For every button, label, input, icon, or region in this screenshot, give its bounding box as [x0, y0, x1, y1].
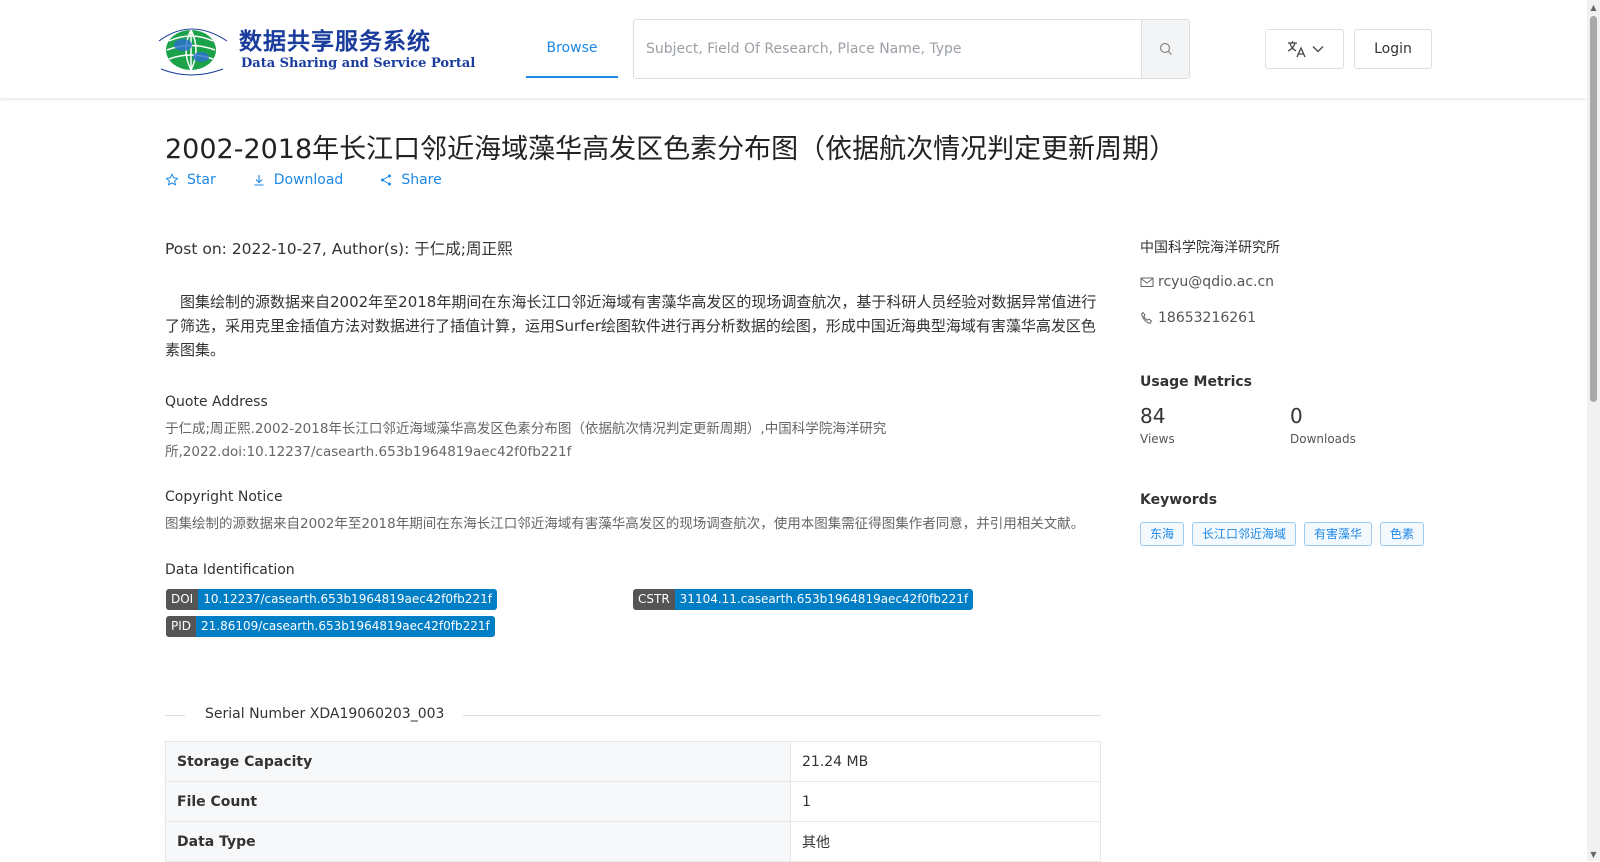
usage-metrics: 84 Views 0 Downloads [1140, 404, 1440, 446]
page-scrollbar[interactable]: ▲ ▼ [1587, 0, 1600, 861]
table-row: Data Type 其他 [165, 821, 1101, 862]
sidebar: 中国科学院海洋研究所 rcyu@qdio.ac.cn 18653216261 U… [1140, 237, 1440, 546]
quote-section: Quote Address 于仁成;周正熙.2002-2018年长江口邻近海域藻… [165, 394, 1101, 464]
quote-text: 于仁成;周正熙.2002-2018年长江口邻近海域藻华高发区色素分布图（依据航次… [165, 421, 887, 460]
contact-email[interactable]: rcyu@qdio.ac.cn [1140, 274, 1440, 290]
nav-browse-tab[interactable]: Browse [526, 19, 618, 78]
table-value: 其他 [790, 821, 1101, 862]
keyword-tag[interactable]: 东海 [1140, 522, 1185, 546]
logo-chinese-text: 数据共享服务系统 [239, 28, 431, 55]
downloads-count: 0 [1290, 404, 1303, 428]
logo-english-text: Data Sharing and Service Portal [241, 56, 476, 71]
copyright-section: Copyright Notice 图集绘制的源数据来自2002年至2018年期间… [165, 489, 1101, 536]
copyright-heading: Copyright Notice [165, 489, 283, 505]
serial-number: Serial Number XDA19060203_003 [205, 706, 445, 722]
table-row: Storage Capacity 21.24 MB [165, 741, 1101, 782]
download-button[interactable]: Download [252, 172, 344, 188]
star-button[interactable]: Star [165, 172, 216, 188]
pid-key: PID [166, 616, 197, 637]
star-label: Star [187, 172, 216, 188]
doi-badge[interactable]: DOI 10.12237/casearth.653b1964819aec42f0… [166, 589, 497, 610]
keyword-tags: 东海 长江口邻近海域 有害藻华 色素 [1140, 522, 1440, 546]
page-title: 2002-2018年长江口邻近海域藻华高发区色素分布图（依据航次情况判定更新周期… [165, 134, 1177, 165]
table-value: 1 [790, 781, 1101, 822]
share-label: Share [401, 172, 442, 188]
login-button[interactable]: Login [1354, 29, 1432, 69]
translate-icon [1287, 41, 1306, 58]
globe-logo-icon [158, 28, 228, 76]
table-key: Data Type [165, 821, 791, 862]
chevron-down-icon [1312, 46, 1323, 53]
search-box [633, 19, 1190, 79]
table-key: File Count [165, 781, 791, 822]
divider-line [165, 715, 185, 716]
phone-icon [1140, 311, 1153, 325]
pid-badge[interactable]: PID 21.86109/casearth.653b1964819aec42f0… [166, 616, 495, 637]
site-logo[interactable]: 数据共享服务系统 Data Sharing and Service Portal [153, 19, 475, 79]
post-info: Post on: 2022-10-27, Author(s): 于仁成;周正熙 [165, 240, 513, 258]
scroll-up-arrow-icon[interactable]: ▲ [1587, 0, 1600, 14]
table-key: Storage Capacity [165, 741, 791, 782]
keyword-tag[interactable]: 色素 [1380, 522, 1425, 546]
quote-heading: Quote Address [165, 394, 268, 410]
serial-divider: Serial Number XDA19060203_003 [165, 704, 1101, 728]
share-icon [381, 174, 392, 186]
keyword-tag[interactable]: 长江口邻近海域 [1192, 522, 1297, 546]
usage-metrics-heading: Usage Metrics [1140, 374, 1252, 390]
download-label: Download [273, 172, 344, 188]
dataset-description: 图集绘制的源数据来自2002年至2018年期间在东海长江口邻近海域有害藻华高发区… [165, 293, 1097, 359]
keyword-tag[interactable]: 有害藻华 [1304, 522, 1373, 546]
top-navbar: 数据共享服务系统 Data Sharing and Service Portal… [0, 0, 1587, 98]
download-icon [254, 175, 264, 186]
star-icon [165, 173, 179, 186]
views-metric: 84 Views [1140, 404, 1290, 446]
dataset-actions: Star Download Share [165, 172, 442, 188]
copyright-text: 图集绘制的源数据来自2002年至2018年期间在东海长江口邻近海域有害藻华高发区… [165, 516, 1085, 532]
doi-key: DOI [166, 589, 199, 610]
downloads-label: Downloads [1290, 432, 1356, 446]
divider-line [463, 715, 1101, 716]
views-label: Views [1140, 432, 1175, 446]
search-button[interactable] [1141, 20, 1189, 78]
dataset-info-table: Storage Capacity 21.24 MB File Count 1 D… [165, 741, 1101, 862]
search-input[interactable] [634, 20, 1141, 78]
downloads-metric: 0 Downloads [1290, 404, 1440, 446]
mail-icon [1140, 277, 1154, 287]
search-icon [1159, 42, 1172, 55]
table-value: 21.24 MB [790, 741, 1101, 782]
pid-value: 21.86109/casearth.653b1964819aec42f0fb22… [196, 616, 495, 637]
language-switcher[interactable] [1265, 29, 1344, 69]
share-button[interactable]: Share [379, 172, 442, 188]
cstr-badge[interactable]: CSTR 31104.11.casearth.653b1964819aec42f… [633, 589, 974, 610]
views-count: 84 [1140, 404, 1166, 428]
cstr-value: 31104.11.casearth.653b1964819aec42f0fb22… [674, 589, 974, 610]
table-row: File Count 1 [165, 781, 1101, 822]
phone-text: 18653216261 [1158, 310, 1256, 326]
identification-heading: Data Identification [165, 562, 295, 578]
cstr-key: CSTR [633, 589, 675, 610]
dataset-main: Post on: 2022-10-27, Author(s): 于仁成;周正熙 … [165, 237, 1101, 645]
organization-name: 中国科学院海洋研究所 [1140, 240, 1280, 256]
keywords-heading: Keywords [1140, 492, 1218, 508]
identification-section: Data Identification DOI 10.12237/caseart… [165, 562, 1101, 645]
email-text: rcyu@qdio.ac.cn [1158, 274, 1275, 290]
contact-phone: 18653216261 [1140, 310, 1440, 326]
doi-value: 10.12237/casearth.653b1964819aec42f0fb22… [198, 589, 497, 610]
scroll-down-arrow-icon[interactable]: ▼ [1587, 847, 1600, 861]
scrollbar-thumb[interactable] [1590, 16, 1597, 402]
